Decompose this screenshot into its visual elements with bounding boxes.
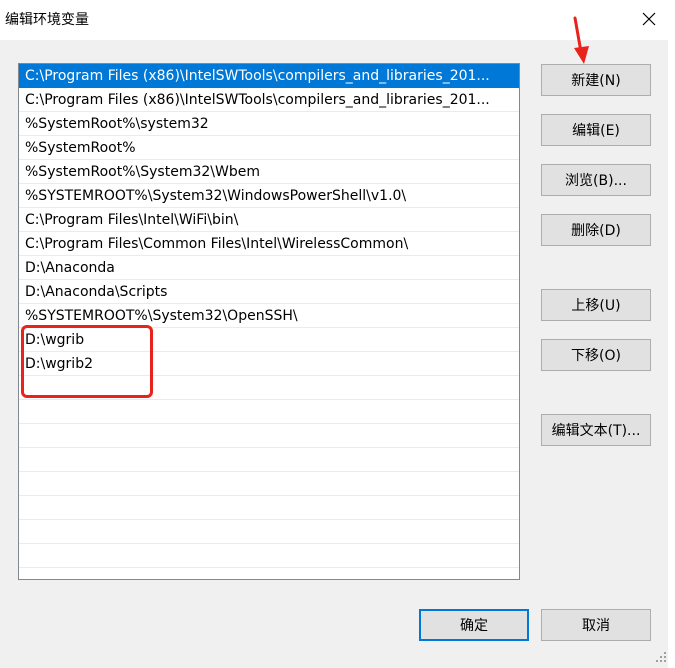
list-item[interactable] xyxy=(19,568,519,579)
move-up-button[interactable]: 上移(U) xyxy=(541,289,651,321)
list-item[interactable]: D:\Anaconda xyxy=(19,256,519,280)
list-item[interactable]: %SYSTEMROOT%\System32\OpenSSH\ xyxy=(19,304,519,328)
list-item[interactable]: C:\Program Files (x86)\IntelSWTools\comp… xyxy=(19,64,519,88)
cancel-button[interactable]: 取消 xyxy=(541,609,651,641)
path-list[interactable]: C:\Program Files (x86)\IntelSWTools\comp… xyxy=(18,63,520,580)
title-bar: 编辑环境变量 xyxy=(0,0,675,40)
list-item[interactable] xyxy=(19,424,519,448)
list-item[interactable] xyxy=(19,544,519,568)
list-item[interactable] xyxy=(19,496,519,520)
close-icon xyxy=(642,12,656,26)
list-item[interactable]: D:\wgrib2 xyxy=(19,352,519,376)
browse-button[interactable]: 浏览(B)... xyxy=(541,164,651,196)
move-down-button[interactable]: 下移(O) xyxy=(541,339,651,371)
delete-button[interactable]: 删除(D) xyxy=(541,214,651,246)
list-item[interactable]: D:\wgrib xyxy=(19,328,519,352)
list-item[interactable]: C:\Program Files\Intel\WiFi\bin\ xyxy=(19,208,519,232)
window-title: 编辑环境变量 xyxy=(5,12,89,28)
list-item[interactable]: %SYSTEMROOT%\System32\WindowsPowerShell\… xyxy=(19,184,519,208)
window-edge xyxy=(668,40,675,668)
resize-grip-icon[interactable] xyxy=(652,648,668,664)
list-item[interactable] xyxy=(19,448,519,472)
list-item[interactable]: %SystemRoot%\System32\Wbem xyxy=(19,160,519,184)
list-item[interactable]: C:\Program Files (x86)\IntelSWTools\comp… xyxy=(19,88,519,112)
list-item[interactable]: C:\Program Files\Common Files\Intel\Wire… xyxy=(19,232,519,256)
list-item[interactable]: %SystemRoot%\system32 xyxy=(19,112,519,136)
edit-text-button[interactable]: 编辑文本(T)... xyxy=(541,414,651,446)
close-button[interactable] xyxy=(632,4,666,34)
list-item[interactable] xyxy=(19,376,519,400)
list-item[interactable]: D:\Anaconda\Scripts xyxy=(19,280,519,304)
edit-button[interactable]: 编辑(E) xyxy=(541,114,651,146)
new-button[interactable]: 新建(N) xyxy=(541,64,651,96)
list-item[interactable]: %SystemRoot% xyxy=(19,136,519,160)
list-item[interactable] xyxy=(19,472,519,496)
list-item[interactable] xyxy=(19,400,519,424)
list-item[interactable] xyxy=(19,520,519,544)
ok-button[interactable]: 确定 xyxy=(419,609,529,641)
